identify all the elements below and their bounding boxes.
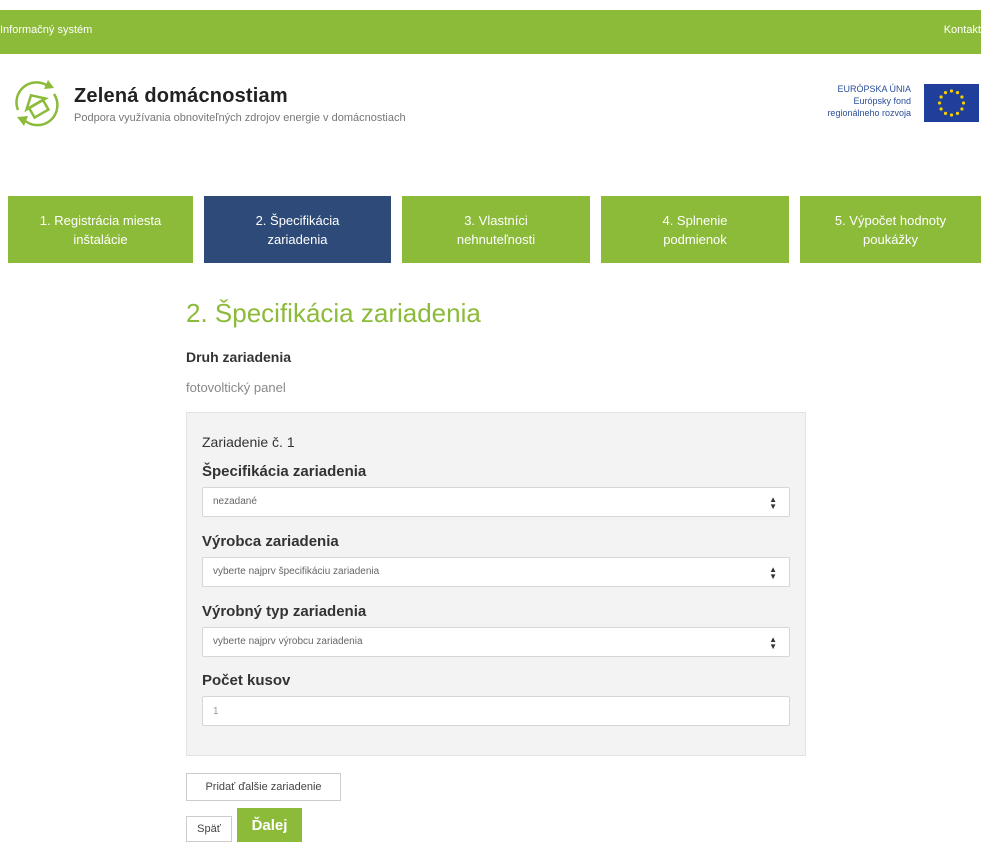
model-label: Výrobný typ zariadenia <box>202 603 367 620</box>
count-input[interactable]: 1 <box>202 696 790 726</box>
step-label: 4. Splnenie podmienok <box>662 212 728 247</box>
specification-select[interactable]: nezadané ▲ ▼ <box>202 487 790 517</box>
device-type-value: fotovoltický panel <box>186 380 286 395</box>
device-type-label: Druh zariadenia <box>186 349 292 365</box>
add-device-button[interactable]: Pridať ďalšie zariadenie <box>186 773 341 801</box>
step-3-property-owners[interactable]: 3. Vlastníci nehnuteľnosti <box>402 196 590 263</box>
step-4-conditions[interactable]: 4. Splnenie podmienok <box>601 196 789 263</box>
select-arrows-icon: ▲ ▼ <box>769 565 777 581</box>
next-button[interactable]: Ďalej <box>237 808 302 842</box>
select-arrows-icon: ▲ ▼ <box>769 495 777 511</box>
manufacturer-select-value: vyberte najprv špecifikáciu zariadenia <box>213 566 380 577</box>
step-2-device-specification[interactable]: 2. Špecifikácia zariadenia <box>204 196 391 263</box>
count-label: Počet kusov <box>202 672 291 689</box>
step-label: 5. Výpočet hodnoty poukážky <box>834 212 947 247</box>
top-bar: Informačný systém Kontakt <box>0 10 981 54</box>
step-label: 1. Registrácia miesta inštalácie <box>39 212 162 247</box>
manufacturer-label: Výrobca zariadenia <box>202 533 339 550</box>
manufacturer-select[interactable]: vyberte najprv špecifikáciu zariadenia ▲… <box>202 557 790 587</box>
eu-caption-line: Európsky fond <box>853 96 911 106</box>
brand-title: Zelená domácnostiam <box>74 85 288 107</box>
contact-link[interactable]: Kontakt <box>944 24 981 36</box>
model-select-value: vyberte najprv výrobcu zariadenia <box>213 636 363 647</box>
eu-caption-line: EURÓPSKA ÚNIA <box>837 84 911 94</box>
step-1-registration[interactable]: 1. Registrácia miesta inštalácie <box>8 196 193 263</box>
select-arrows-icon: ▲ ▼ <box>769 635 777 651</box>
brand-subtitle: Podpora využívania obnoviteľných zdrojov… <box>74 112 406 124</box>
eu-caption-line: regionálneho rozvoja <box>827 108 911 118</box>
page-title: 2. Špecifikácia zariadenia <box>186 298 481 328</box>
specification-select-value: nezadané <box>213 496 257 507</box>
eu-caption: EURÓPSKA ÚNIA Európsky fond regionálneho… <box>771 83 911 119</box>
eu-flag-icon <box>924 84 979 122</box>
wizard-steps: 1. Registrácia miesta inštalácie 2. Špec… <box>8 196 981 263</box>
step-label: 3. Vlastníci nehnuteľnosti <box>456 212 536 247</box>
step-label: 2. Špecifikácia zariadenia <box>255 212 340 247</box>
back-button[interactable]: Späť <box>186 816 232 842</box>
specification-label: Špecifikácia zariadenia <box>202 463 367 480</box>
step-5-voucher-value[interactable]: 5. Výpočet hodnoty poukážky <box>800 196 981 263</box>
information-system-link[interactable]: Informačný systém <box>0 24 92 36</box>
house-cycle-logo-icon[interactable] <box>8 74 64 130</box>
model-select[interactable]: vyberte najprv výrobcu zariadenia ▲ ▼ <box>202 627 790 657</box>
device-panel-title: Zariadenie č. 1 <box>202 434 295 450</box>
